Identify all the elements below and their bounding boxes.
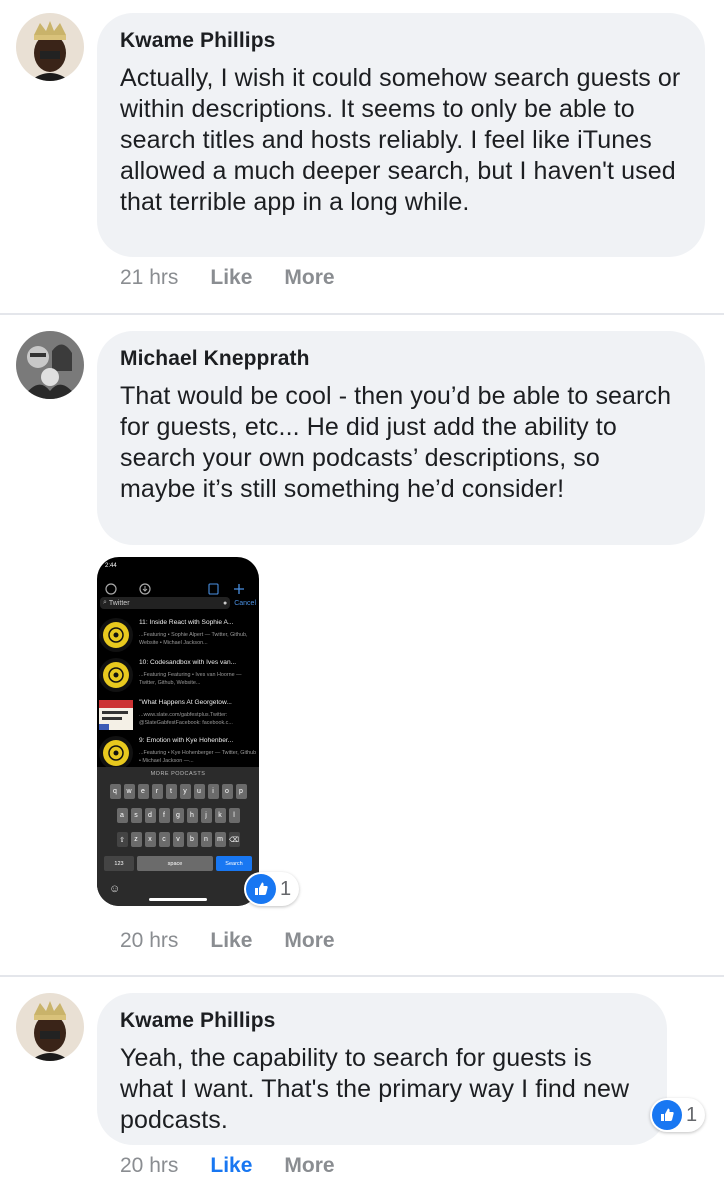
- reaction-badge[interactable]: 1: [650, 1098, 706, 1132]
- attached-screenshot[interactable]: 2:44 ⌕ Twitter ● Cancel 11: Inside React…: [97, 557, 259, 906]
- key: a: [116, 808, 128, 823]
- result-title: "What Happens At Georgetow...: [139, 699, 232, 706]
- key: q: [109, 784, 121, 799]
- key: z: [130, 832, 142, 847]
- key: y: [179, 784, 191, 799]
- comment-author[interactable]: Michael Knepprath: [120, 347, 681, 371]
- result-title: 9: Emotion with Kye Hohenber...: [139, 737, 234, 744]
- more-button[interactable]: More: [284, 266, 334, 290]
- comment-actions: 20 hrs Like More: [120, 929, 335, 953]
- key: o: [221, 784, 233, 799]
- key: w: [123, 784, 135, 799]
- search-value: Twitter: [108, 599, 130, 607]
- reaction-count: 1: [280, 877, 292, 900]
- comment-text: Actually, I wish it could somehow search…: [120, 64, 681, 216]
- result-title: 10: Codesandbox with Ives van...: [139, 659, 237, 666]
- divider: [0, 975, 724, 977]
- key: r: [151, 784, 163, 799]
- search-key: Search: [216, 856, 252, 871]
- thumbs-up-icon: [652, 1100, 682, 1130]
- keyboard-row-4: 123 space Search: [97, 856, 259, 871]
- podcast-art-icon: [99, 700, 133, 730]
- key: e: [137, 784, 149, 799]
- avatar[interactable]: [16, 331, 84, 399]
- more-button[interactable]: More: [284, 1154, 334, 1178]
- result-subtitle: ...Featuring • Sophie Alpert — Twitter, …: [139, 632, 248, 646]
- result-row: 10: Codesandbox with Ives van... ...Feat…: [97, 655, 259, 693]
- phone-search-input: ⌕ Twitter ●: [100, 597, 231, 609]
- key: n: [200, 832, 212, 847]
- comment-text: That would be cool - then you’d be able …: [120, 382, 672, 503]
- podcast-art-icon: [99, 618, 133, 652]
- shift-icon: ⇧: [116, 832, 128, 847]
- more-button[interactable]: More: [284, 929, 334, 953]
- like-button[interactable]: Like: [210, 1154, 252, 1178]
- key: p: [235, 784, 247, 799]
- comment-bubble: Kwame Phillips Actually, I wish it could…: [97, 13, 705, 257]
- avatar[interactable]: [16, 993, 84, 1061]
- phone-search-bar: ⌕ Twitter ● Cancel: [100, 596, 256, 610]
- comment-timestamp[interactable]: 20 hrs: [120, 1154, 178, 1178]
- result-subtitle: ...www.slate.com/gabfestplus.Twitter: @S…: [139, 712, 233, 726]
- numbers-key: 123: [104, 856, 134, 871]
- keyboard-row-3: ⇧ z x c v b n m ⌫: [97, 832, 259, 847]
- backspace-icon: ⌫: [228, 832, 240, 847]
- key: m: [214, 832, 226, 847]
- result-subtitle: ...Featuring Featuring • Ives van Hoorne…: [139, 672, 242, 686]
- result-row: 11: Inside React with Sophie A... ...Fea…: [97, 615, 259, 653]
- key: d: [144, 808, 156, 823]
- comment-bubble: Kwame Phillips Yeah, the capability to s…: [97, 993, 667, 1145]
- key: b: [186, 832, 198, 847]
- like-button[interactable]: Like: [210, 266, 252, 290]
- toolbar-icons: [105, 583, 244, 595]
- thumbs-up-icon: [246, 874, 276, 904]
- keyboard-row-2: a s d f g h j k l: [97, 808, 259, 823]
- result-row: 9: Emotion with Kye Hohenber... ...Featu…: [97, 733, 259, 771]
- result-row: "What Happens At Georgetow... ...www.sla…: [97, 695, 259, 733]
- home-indicator: [149, 898, 207, 901]
- key: f: [158, 808, 170, 823]
- comment-author[interactable]: Kwame Phillips: [120, 1009, 643, 1033]
- avatar[interactable]: [16, 13, 84, 81]
- key: x: [144, 832, 156, 847]
- comment-actions: 20 hrs Like More: [120, 1154, 335, 1178]
- emoji-icon: ☺: [109, 883, 121, 895]
- key: g: [172, 808, 184, 823]
- key: l: [228, 808, 240, 823]
- comment-author[interactable]: Kwame Phillips: [120, 29, 681, 53]
- comment-actions: 21 hrs Like More: [120, 266, 335, 290]
- more-podcasts-label: MORE PODCASTS: [150, 771, 206, 777]
- comment-timestamp[interactable]: 20 hrs: [120, 929, 178, 953]
- key: t: [165, 784, 177, 799]
- comment-timestamp[interactable]: 21 hrs: [120, 266, 178, 290]
- phone-keyboard: MORE PODCASTS q w e r t y u i o p a s d …: [97, 767, 259, 906]
- reaction-count: 1: [686, 1103, 698, 1126]
- key: u: [193, 784, 205, 799]
- podcast-art-icon: [99, 658, 133, 692]
- key: c: [158, 832, 170, 847]
- space-key: space: [137, 856, 213, 871]
- comment-bubble: Michael Knepprath That would be cool - t…: [97, 331, 705, 545]
- podcast-art-icon: [99, 736, 133, 770]
- phone-cancel: Cancel: [234, 599, 256, 607]
- keyboard-row-1: q w e r t y u i o p: [97, 784, 259, 799]
- key: j: [200, 808, 212, 823]
- result-subtitle: ...Featuring • Kye Hohenberger — Twitter…: [139, 750, 257, 764]
- key: k: [214, 808, 226, 823]
- key: v: [172, 832, 184, 847]
- key: s: [130, 808, 142, 823]
- search-icon: ⌕: [103, 599, 107, 606]
- like-button[interactable]: Like: [210, 929, 252, 953]
- key: i: [207, 784, 219, 799]
- divider: [0, 313, 724, 315]
- key: h: [186, 808, 198, 823]
- status-time: 2:44: [105, 563, 117, 569]
- result-title: 11: Inside React with Sophie A...: [139, 619, 234, 626]
- reaction-badge[interactable]: 1: [244, 872, 300, 906]
- comment-text: Yeah, the capability to search for guest…: [120, 1044, 630, 1134]
- clear-icon: ●: [222, 599, 228, 607]
